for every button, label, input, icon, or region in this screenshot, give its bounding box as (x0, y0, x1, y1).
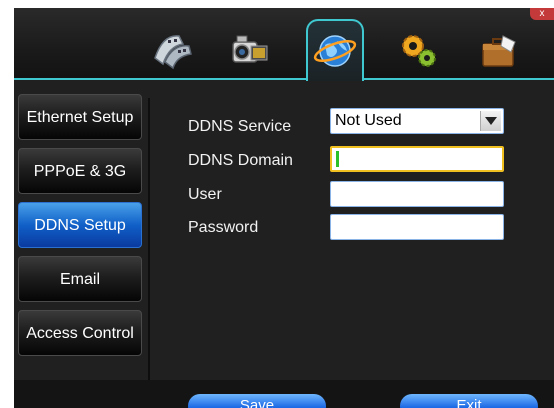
toolbox-icon[interactable] (470, 22, 528, 76)
network-settings-window: x Ethernet Setup PPPoE & 3G DDNS Setup E… (14, 8, 554, 408)
sidebar-divider (148, 98, 150, 386)
ddns-service-value: Not Used (335, 112, 402, 129)
exit-button[interactable]: Exit (400, 394, 538, 408)
ddns-domain-label: DDNS Domain (188, 152, 293, 169)
gears-icon[interactable] (390, 22, 448, 76)
text-caret (336, 151, 339, 167)
sidebar-item-ddns-setup[interactable]: DDNS Setup (18, 202, 142, 248)
ddns-domain-input[interactable] (330, 146, 504, 172)
password-input[interactable] (330, 214, 504, 240)
film-icon[interactable] (144, 22, 202, 76)
sidebar: Ethernet Setup PPPoE & 3G DDNS Setup Ema… (18, 94, 144, 364)
ddns-service-label: DDNS Service (188, 118, 292, 135)
sidebar-item-ethernet-setup[interactable]: Ethernet Setup (18, 94, 142, 140)
password-label: Password (188, 219, 259, 236)
user-label: User (188, 186, 222, 203)
sidebar-item-pppoe-3g[interactable]: PPPoE & 3G (18, 148, 142, 194)
bottom-bar: Save Exit (14, 380, 554, 408)
ddns-service-select[interactable]: Not Used (330, 108, 504, 134)
save-button[interactable]: Save (188, 394, 326, 408)
sidebar-item-email[interactable]: Email (18, 256, 142, 302)
camcorder-icon[interactable] (220, 22, 278, 76)
toolbar (14, 8, 554, 81)
close-button[interactable]: x (530, 8, 554, 20)
network-globe-icon[interactable] (306, 19, 364, 81)
chevron-down-icon[interactable] (480, 111, 501, 131)
settings-panel: Ethernet Setup PPPoE & 3G DDNS Setup Ema… (14, 78, 554, 408)
sidebar-item-access-control[interactable]: Access Control (18, 310, 142, 356)
user-input[interactable] (330, 181, 504, 207)
